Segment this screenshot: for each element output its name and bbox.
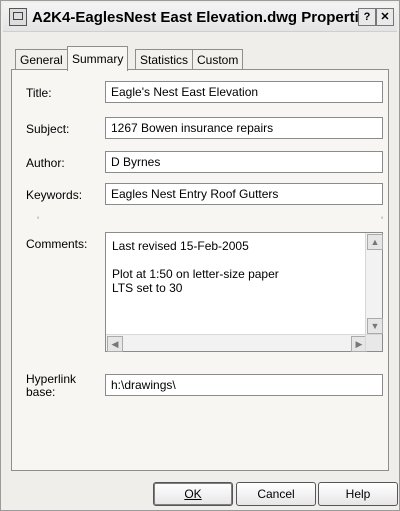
properties-dialog: A2K4-EaglesNest East Elevation.dwg Prope… <box>0 0 400 511</box>
app-icon <box>9 8 27 26</box>
title-bar[interactable]: A2K4-EaglesNest East Elevation.dwg Prope… <box>3 3 397 32</box>
tab-summary[interactable]: Summary <box>67 46 129 71</box>
help-button-label: Help <box>345 487 371 501</box>
close-button[interactable]: ✕ <box>376 8 394 26</box>
tab-custom[interactable]: Custom <box>192 49 244 70</box>
comments-textarea[interactable]: Last revised 15-Feb-2005 Plot at 1:50 on… <box>105 232 383 352</box>
subject-label: Subject: <box>26 122 70 136</box>
title-label: Title: <box>26 86 52 100</box>
vertical-scrollbar[interactable]: ▲ ▼ <box>365 233 383 335</box>
help-titlebar-button[interactable]: ? <box>358 8 376 26</box>
comments-label: Comments: <box>26 237 88 251</box>
ok-button[interactable]: OK <box>153 482 233 506</box>
subject-field[interactable]: 1267 Bowen insurance repairs <box>105 117 383 139</box>
tab-general[interactable]: General <box>15 49 68 70</box>
scroll-up-icon[interactable]: ▲ <box>367 234 383 250</box>
tab-statistics[interactable]: Statistics <box>135 49 194 70</box>
window-title: A2K4-EaglesNest East Elevation.dwg Prope… <box>32 9 376 26</box>
scroll-left-icon[interactable]: ◀ <box>107 336 123 352</box>
separator-right: ' <box>381 215 384 227</box>
title-field[interactable]: Eagle's Nest East Elevation <box>105 81 383 103</box>
author-label: Author: <box>26 156 65 170</box>
keywords-field[interactable]: Eagles Nest Entry Roof Gutters <box>105 183 383 205</box>
help-button[interactable]: Help <box>318 482 398 506</box>
cancel-button-label: Cancel <box>257 487 295 501</box>
keywords-label: Keywords: <box>26 188 83 202</box>
separator-left: ' <box>37 215 40 227</box>
cancel-button[interactable]: Cancel <box>236 482 316 506</box>
scroll-corner <box>365 334 382 351</box>
comments-text: Last revised 15-Feb-2005 Plot at 1:50 on… <box>112 239 279 295</box>
ok-button-label: OK <box>184 487 202 501</box>
hyperlink-base-label: Hyperlink base: <box>26 373 76 399</box>
hyperlink-label-line2: base: <box>26 385 56 399</box>
scroll-down-icon[interactable]: ▼ <box>367 318 383 334</box>
horizontal-scrollbar[interactable]: ◀ ▶ <box>106 334 368 352</box>
author-field[interactable]: D Byrnes <box>105 151 383 173</box>
hyperlink-base-field[interactable]: h:\drawings\ <box>105 374 383 396</box>
